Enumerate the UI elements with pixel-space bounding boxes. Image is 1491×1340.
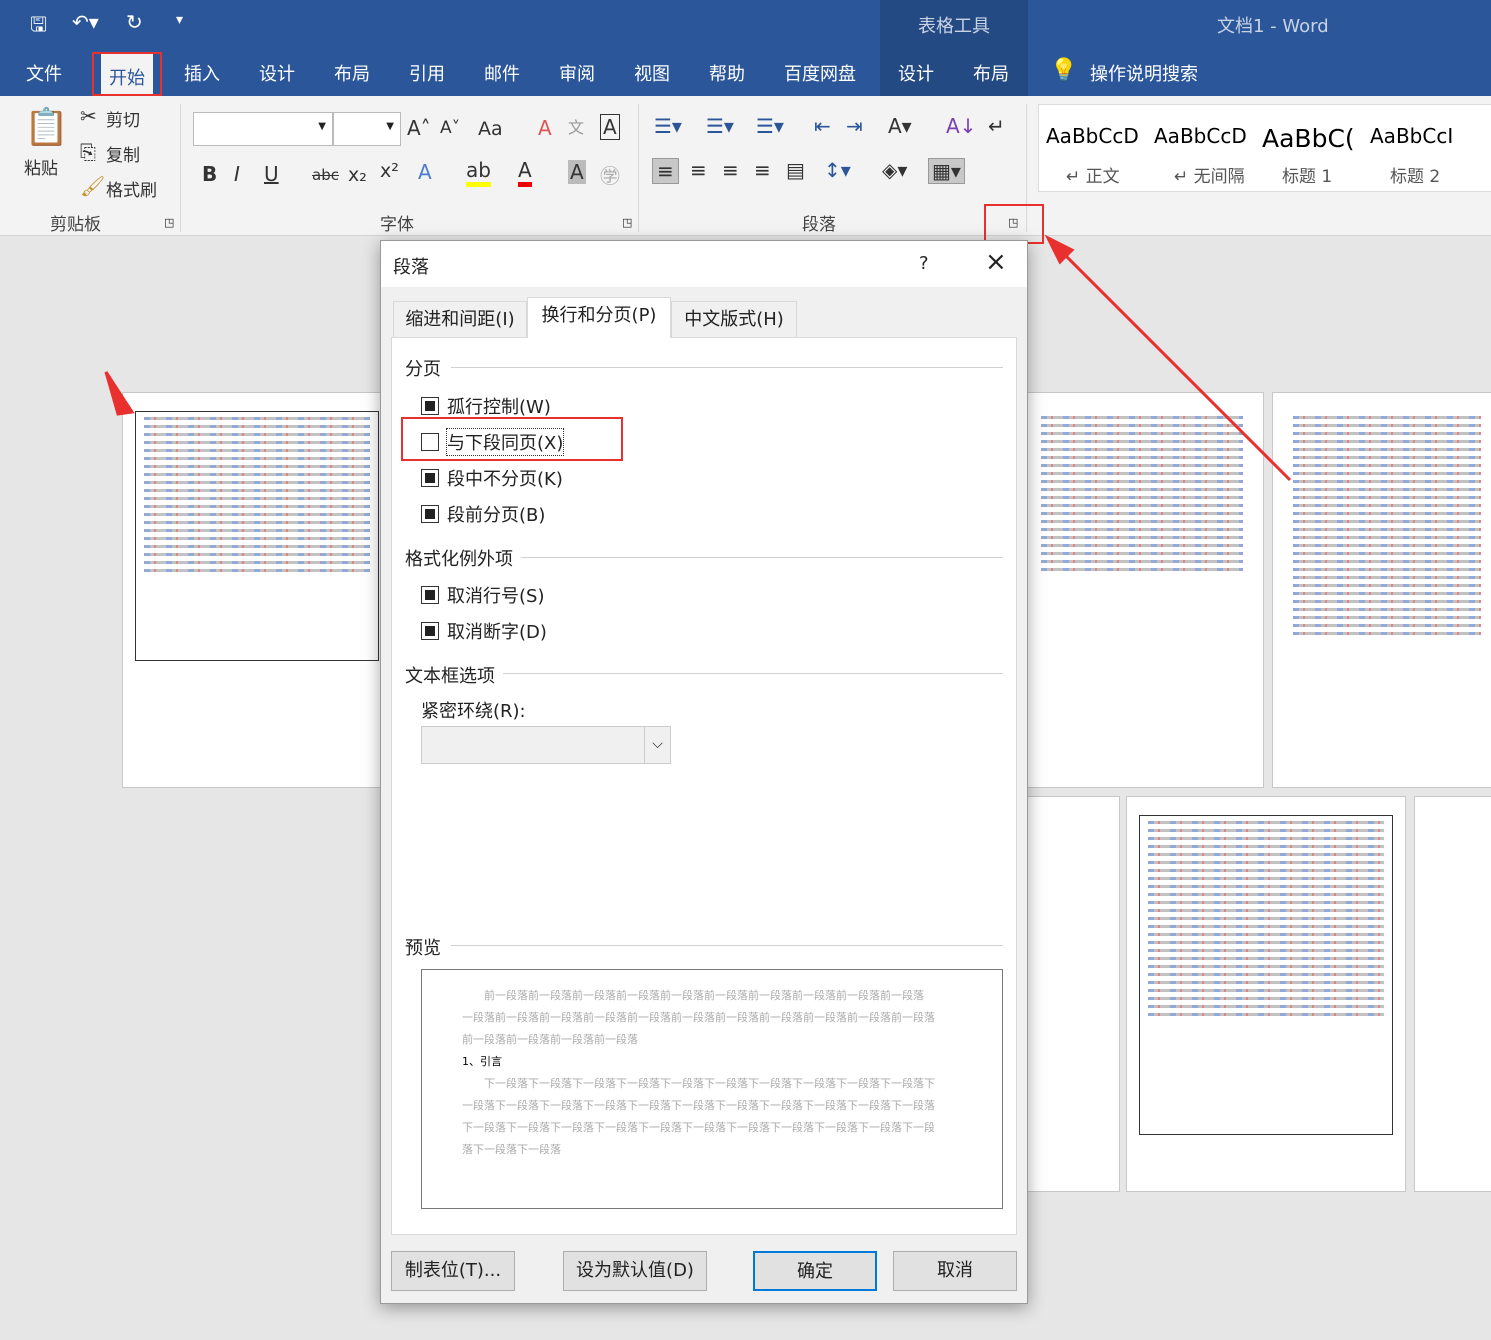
- paragraph-dialog: 段落 ? × 缩进和间距(I) 换行和分页(P) 中文版式(H) 分页 孤行控制(W…: [380, 240, 1028, 1304]
- textbox-section-label: 文本框选项: [405, 666, 495, 687]
- help-button[interactable]: ?: [919, 253, 929, 274]
- preview-after-line: 下一段落下一段落下一段落下一段落下一段落下一段落下一段落下一段落下一段落下一段落…: [462, 1121, 935, 1134]
- preview-before-line: 一段落前一段落前一段落前一段落前一段落前一段落前一段落前一段落前一段落前一段落前…: [462, 1011, 935, 1024]
- checkbox[interactable]: [421, 586, 439, 604]
- preview-before-line: 前一段落前一段落前一段落前一段落: [462, 1033, 638, 1046]
- cancel-button[interactable]: 取消: [893, 1251, 1017, 1291]
- preview-before-line: 前一段落前一段落前一段落前一段落前一段落前一段落前一段落前一段落前一段落前一段落: [484, 989, 924, 1002]
- checkbox[interactable]: [421, 469, 439, 487]
- chevron-down-icon: ⌵: [644, 727, 670, 763]
- checkbox[interactable]: [421, 505, 439, 523]
- dialog-titlebar: [381, 241, 1027, 287]
- dialog-tab-0[interactable]: 缩进和间距(I): [393, 301, 527, 337]
- checkbox-label[interactable]: 段前分页(B): [447, 501, 545, 527]
- preview-after-line: 落下一段落下一段落: [462, 1143, 561, 1156]
- preview-section-label: 预览: [405, 938, 441, 959]
- checkbox-label[interactable]: 取消行号(S): [447, 582, 544, 608]
- preview-after-line: 一段落下一段落下一段落下一段落下一段落下一段落下一段落下一段落下一段落下一段落下…: [462, 1099, 935, 1112]
- checkbox[interactable]: [421, 622, 439, 640]
- checkbox-label[interactable]: 段中不分页(K): [447, 465, 563, 491]
- preview-box: 前一段落前一段落前一段落前一段落前一段落前一段落前一段落前一段落前一段落前一段落…: [421, 969, 1003, 1209]
- tight-wrap-label: 紧密环绕(R):: [421, 701, 526, 722]
- pagination-section-label: 分页: [405, 359, 441, 380]
- dialog-tab-2[interactable]: 中文版式(H): [671, 301, 797, 337]
- ok-button[interactable]: 确定: [753, 1251, 877, 1291]
- highlight-keep-with-next: [401, 417, 623, 461]
- dialog-title: 段落: [393, 257, 429, 278]
- checkbox-label[interactable]: 孤行控制(W): [447, 393, 551, 419]
- preview-after-line: 下一段落下一段落下一段落下一段落下一段落下一段落下一段落下一段落下一段落下一段落…: [484, 1077, 935, 1090]
- tight-wrap-select[interactable]: ⌵: [421, 726, 671, 764]
- checkbox[interactable]: [421, 397, 439, 415]
- set-default-button[interactable]: 设为默认值(D): [563, 1251, 707, 1291]
- close-button[interactable]: ×: [985, 247, 1007, 277]
- exceptions-section-label: 格式化例外项: [405, 549, 513, 570]
- checkbox-label[interactable]: 取消断字(D): [447, 618, 547, 644]
- dialog-tab-1[interactable]: 换行和分页(P): [527, 297, 671, 338]
- preview-current-paragraph: 1、引言: [462, 1055, 502, 1068]
- tabs-button[interactable]: 制表位(T)...: [391, 1251, 515, 1291]
